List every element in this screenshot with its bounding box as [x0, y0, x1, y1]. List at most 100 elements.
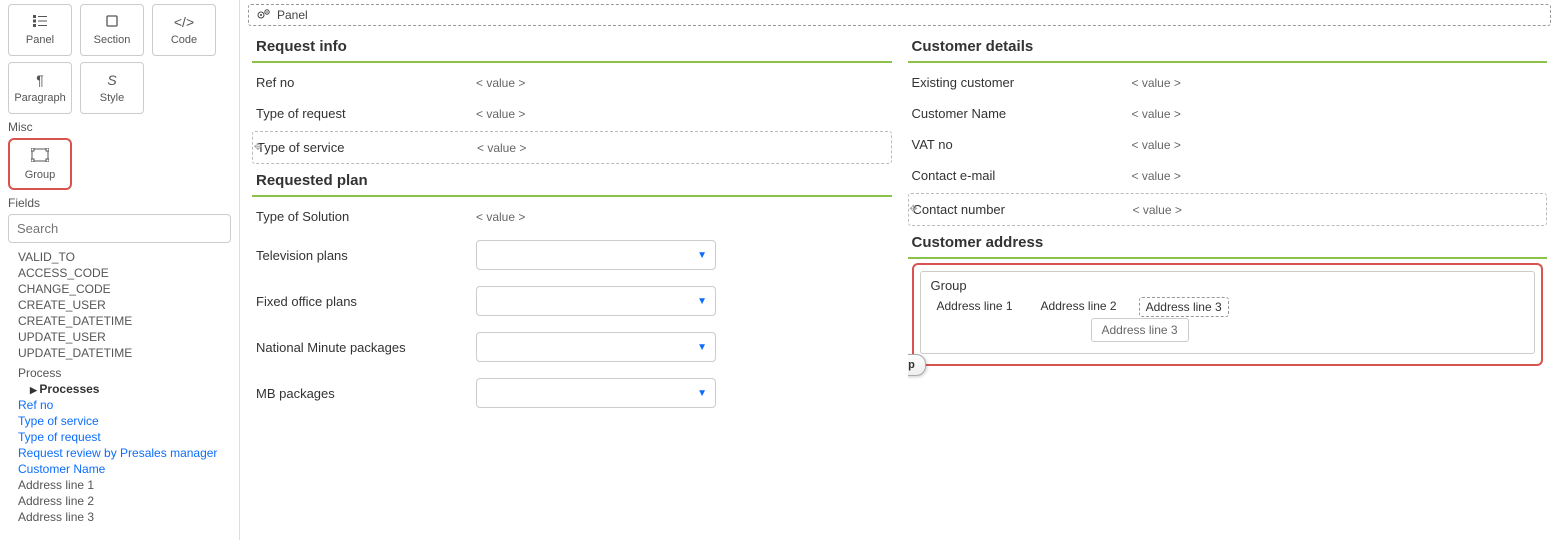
address-group-box[interactable]: Group Address line 1Address line 2Addres…: [920, 271, 1536, 354]
group-drop-zone[interactable]: Group Address line 1Address line 2Addres…: [912, 263, 1544, 366]
tool-group[interactable]: Group: [8, 138, 72, 190]
field-label: VAT no: [912, 137, 1132, 152]
field-link-item[interactable]: Customer Name: [18, 461, 231, 477]
field-value: < value >: [1132, 169, 1544, 183]
drag-handle-icon[interactable]: ✥: [252, 141, 265, 155]
select-control[interactable]: ▼: [476, 286, 716, 316]
field-row[interactable]: VAT no< value >: [908, 129, 1548, 160]
field-label: Ref no: [256, 75, 476, 90]
field-value: < value >: [1132, 76, 1544, 90]
address-chip[interactable]: Address line 3: [1139, 297, 1229, 317]
tool-label: Group: [25, 169, 56, 181]
tool-label: Section: [94, 34, 131, 46]
panel-bar[interactable]: Panel: [248, 4, 1551, 26]
panel-label: Panel: [277, 8, 308, 22]
processes-node[interactable]: Processes: [18, 381, 231, 397]
group-icon: [31, 148, 49, 165]
tool-row-1: Panel Section </> Code: [8, 4, 231, 56]
field-label: Type of request: [256, 106, 476, 121]
columns-wrap: Request info Ref no< value >Type of requ…: [244, 28, 1555, 540]
left-column: Request info Ref no< value >Type of requ…: [252, 32, 892, 540]
pilcrow-icon: ¶: [36, 72, 44, 88]
field-row[interactable]: ✥Type of service< value >: [252, 131, 892, 164]
square-icon: [105, 14, 119, 30]
tool-label: Style: [100, 92, 124, 104]
select-control[interactable]: ▼: [476, 378, 716, 408]
field-label: MB packages: [256, 386, 476, 401]
field-label: Contact number: [913, 202, 1133, 217]
field-link-item[interactable]: Type of request: [18, 429, 231, 445]
cursor-icon: [908, 382, 940, 442]
field-list-item[interactable]: CREATE_USER: [18, 297, 231, 313]
dragging-chip[interactable]: Address line 3: [1091, 318, 1189, 342]
field-label: Fixed office plans: [256, 294, 476, 309]
field-row[interactable]: Existing customer< value >: [908, 67, 1548, 98]
field-type-of-solution[interactable]: Type of Solution < value >: [252, 201, 892, 232]
address-chip[interactable]: Address line 1: [931, 297, 1019, 317]
tool-paragraph[interactable]: ¶ Paragraph: [8, 62, 72, 114]
field-row[interactable]: ✥Contact number< value >: [908, 193, 1548, 226]
field-value: < value >: [1133, 203, 1543, 217]
field-label: Type of service: [257, 140, 477, 155]
drag-tooltip: Drag and Drop: [908, 354, 926, 376]
right-column: Customer details Existing customer< valu…: [908, 32, 1548, 540]
tool-label: Panel: [26, 34, 54, 46]
field-label: Type of Solution: [256, 209, 476, 224]
field-label: Existing customer: [912, 75, 1132, 90]
field-list-item[interactable]: ACCESS_CODE: [18, 265, 231, 281]
field-row[interactable]: Type of request< value >: [252, 98, 892, 129]
field-row[interactable]: Ref no< value >: [252, 67, 892, 98]
left-sidebar: Panel Section </> Code ¶ Paragraph S Sty…: [0, 0, 240, 540]
field-row: Television plans▼: [252, 232, 892, 278]
chevron-down-icon: ▼: [697, 388, 707, 399]
field-list-item[interactable]: CREATE_DATETIME: [18, 313, 231, 329]
group-title: Group: [931, 278, 1525, 293]
field-value: < value >: [476, 210, 888, 224]
select-control[interactable]: ▼: [476, 332, 716, 362]
field-row[interactable]: Contact e-mail< value >: [908, 160, 1548, 191]
field-link-item[interactable]: Request review by Presales manager: [18, 445, 231, 461]
address-chip[interactable]: Address line 2: [1035, 297, 1123, 317]
tool-code[interactable]: </> Code: [152, 4, 216, 56]
field-list-item[interactable]: UPDATE_DATETIME: [18, 345, 231, 361]
field-label: Customer Name: [912, 106, 1132, 121]
field-row: National Minute packages▼: [252, 324, 892, 370]
field-label: Television plans: [256, 248, 476, 263]
field-link-item[interactable]: Type of service: [18, 413, 231, 429]
tool-row-2: ¶ Paragraph S Style: [8, 62, 231, 114]
field-list-item[interactable]: VALID_TO: [18, 249, 231, 265]
field-row: MB packages ▼: [252, 370, 892, 416]
search-input[interactable]: [8, 214, 231, 243]
tool-section[interactable]: Section: [80, 4, 144, 56]
field-value: < value >: [1132, 138, 1544, 152]
section-requested-plan: Requested plan: [252, 166, 892, 197]
process-heading[interactable]: Process: [18, 365, 231, 381]
list-icon: [33, 14, 47, 30]
field-value: < value >: [476, 76, 888, 90]
fields-heading: Fields: [8, 196, 231, 210]
field-row: Fixed office plans ▼: [252, 278, 892, 324]
misc-heading: Misc: [8, 120, 231, 134]
tool-label: Code: [171, 34, 197, 46]
drag-handle-icon[interactable]: ✥: [908, 203, 921, 217]
style-icon: S: [107, 72, 116, 88]
tool-style[interactable]: S Style: [80, 62, 144, 114]
section-customer-address: Customer address: [908, 228, 1548, 259]
tool-panel[interactable]: Panel: [8, 4, 72, 56]
main-canvas: Panel Request info Ref no< value >Type o…: [240, 0, 1555, 540]
field-list-item[interactable]: Address line 3: [18, 509, 231, 525]
field-list-item[interactable]: Address line 1: [18, 477, 231, 493]
field-list-item[interactable]: Address line 2: [18, 493, 231, 509]
field-value: < value >: [476, 107, 888, 121]
field-row[interactable]: Customer Name< value >: [908, 98, 1548, 129]
field-list-item[interactable]: CHANGE_CODE: [18, 281, 231, 297]
select-control[interactable]: ▼: [476, 240, 716, 270]
section-customer-details: Customer details: [908, 32, 1548, 63]
chevron-down-icon: ▼: [697, 342, 707, 353]
field-link-item[interactable]: Ref no: [18, 397, 231, 413]
field-list-item[interactable]: UPDATE_USER: [18, 329, 231, 345]
chevron-down-icon: ▼: [697, 296, 707, 307]
gears-icon: [257, 8, 271, 23]
field-list: VALID_TOACCESS_CODECHANGE_CODECREATE_USE…: [8, 249, 231, 525]
section-request-info: Request info: [252, 32, 892, 63]
